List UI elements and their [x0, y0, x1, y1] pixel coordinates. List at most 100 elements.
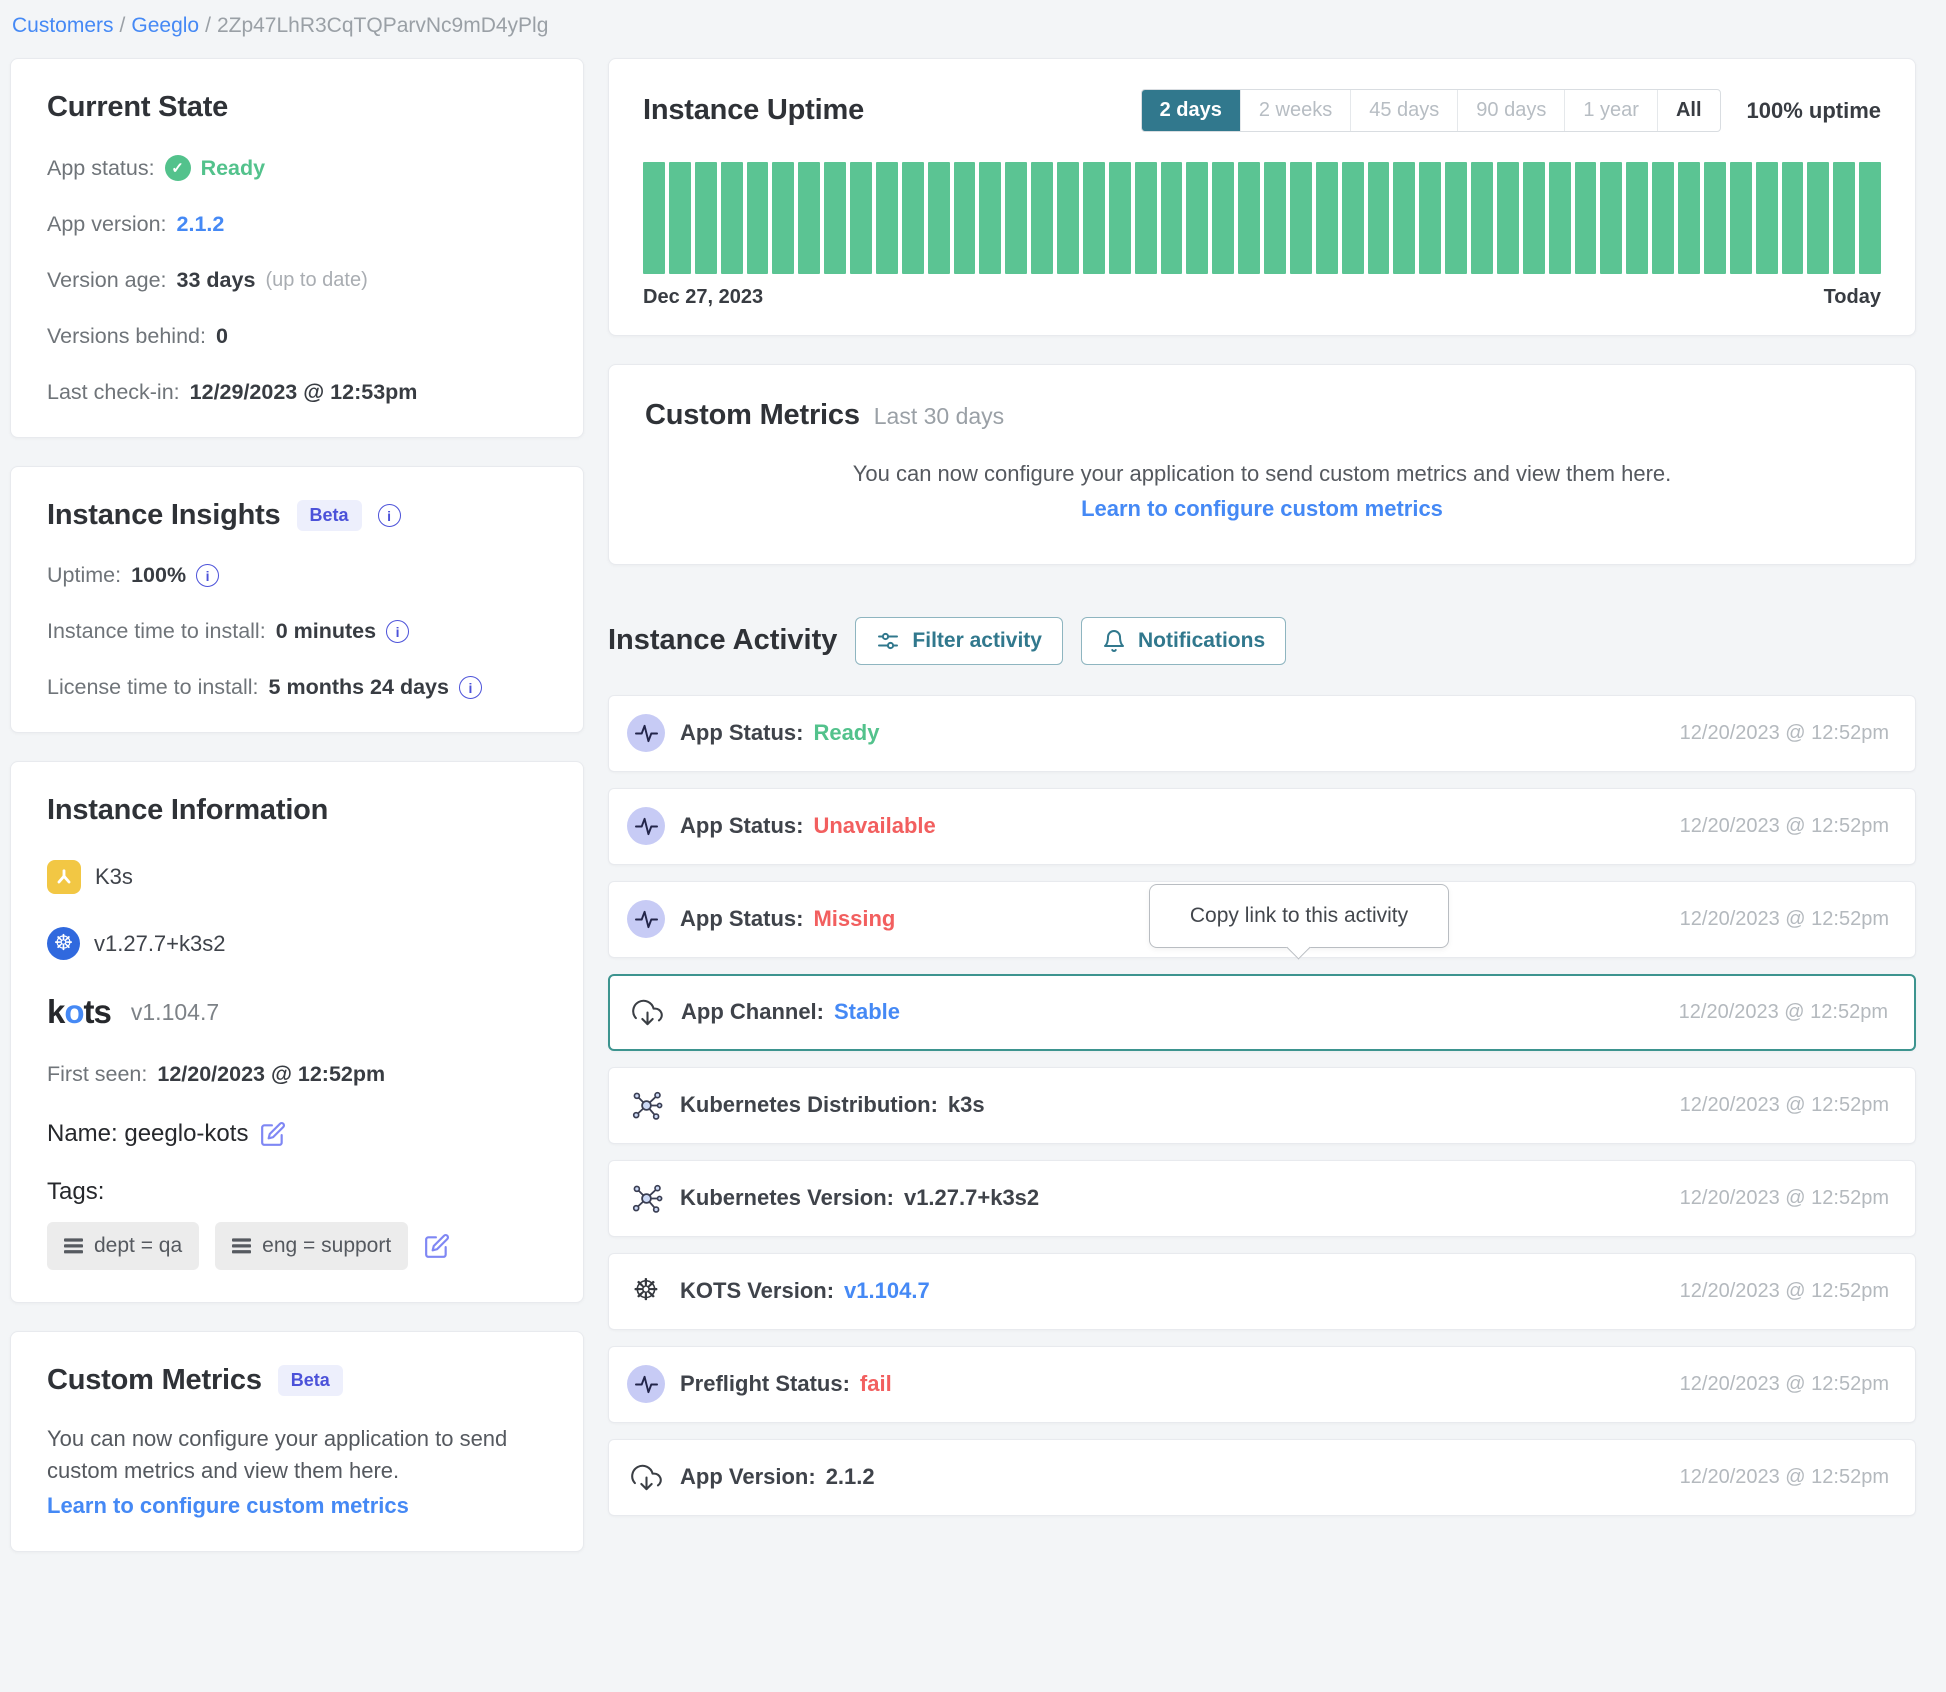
filter-activity-button[interactable]: Filter activity [855, 617, 1063, 665]
k3s-icon [47, 860, 81, 894]
info-icon[interactable]: i [386, 620, 409, 643]
uptime-tab-90-days[interactable]: 90 days [1457, 90, 1564, 131]
name-value: geeglo-kots [124, 1120, 248, 1147]
uptime-bar [1031, 162, 1053, 274]
app-status-label: App status: [47, 156, 155, 181]
uptime-bar [772, 162, 794, 274]
instance-uptime-title: Instance Uptime [643, 94, 864, 127]
uptime-tab-2-days[interactable]: 2 days [1142, 90, 1240, 131]
uptime-bar [1471, 162, 1493, 274]
cloud-download-icon [627, 1458, 665, 1496]
versions-behind-row: Versions behind: 0 [47, 324, 547, 349]
uptime-bar [1782, 162, 1804, 274]
uptime-summary: 100% uptime [1747, 98, 1882, 124]
uptime-bar [1135, 162, 1157, 274]
activity-row[interactable]: Kubernetes Distribution:k3s12/20/2023 @ … [608, 1067, 1916, 1144]
uptime-bar [1523, 162, 1545, 274]
uptime-tab-2-weeks[interactable]: 2 weeks [1240, 90, 1350, 131]
distribution-row: K3s [47, 860, 547, 894]
activity-timestamp: 12/20/2023 @ 12:52pm [1680, 1187, 1889, 1210]
app-version-link[interactable]: 2.1.2 [177, 212, 225, 237]
uptime-bar [1057, 162, 1079, 274]
uptime-bar [1109, 162, 1131, 274]
activity-label: Preflight Status: [680, 1371, 850, 1397]
activity-value: Missing [813, 906, 895, 932]
activity-label: App Version: [680, 1464, 816, 1490]
activity-value: Stable [834, 999, 900, 1025]
app-version-row: App version: 2.1.2 [47, 212, 547, 237]
activity-timestamp: 12/20/2023 @ 12:52pm [1680, 908, 1889, 931]
kots-version-row: kots v1.104.7 [47, 993, 547, 1031]
breadcrumb: Customers/Geeglo/2Zp47LhR3CqTQParvNc9mD4… [0, 0, 1946, 38]
activity-row[interactable]: Preflight Status:fail12/20/2023 @ 12:52p… [608, 1346, 1916, 1423]
notifications-button[interactable]: Notifications [1081, 617, 1286, 665]
activity-row[interactable]: ☸KOTS Version:v1.104.712/20/2023 @ 12:52… [608, 1253, 1916, 1330]
tag-icon [232, 1238, 251, 1254]
uptime-label: Uptime: [47, 563, 121, 588]
tag-icon [64, 1238, 83, 1254]
configure-custom-metrics-link[interactable]: Learn to configure custom metrics [47, 1493, 409, 1519]
uptime-bar [1859, 162, 1881, 274]
custom-metrics-right-body: You can now configure your application t… [645, 458, 1879, 490]
name-label: Name: [47, 1120, 118, 1147]
tags-row: dept = qa eng = support [47, 1222, 547, 1270]
bell-icon [1102, 629, 1126, 653]
uptime-bar [850, 162, 872, 274]
uptime-bar [824, 162, 846, 274]
k8s-version-row: ☸ v1.27.7+k3s2 [47, 927, 547, 960]
breadcrumb-item[interactable]: Geeglo [131, 14, 199, 37]
tag-label: eng = support [262, 1234, 391, 1258]
uptime-bar [902, 162, 924, 274]
beta-badge: Beta [278, 1365, 343, 1396]
uptime-value: 100% [131, 563, 186, 588]
breadcrumb-item[interactable]: Customers [12, 14, 114, 37]
check-circle-icon: ✓ [165, 155, 191, 181]
instance-name-row: Name: geeglo-kots [47, 1120, 547, 1148]
current-state-card: Current State App status: ✓ Ready App ve… [10, 58, 584, 438]
instance-uptime-card: Instance Uptime 2 days2 weeks45 days90 d… [608, 58, 1916, 336]
edit-tags-button[interactable] [424, 1233, 450, 1259]
uptime-bar [1652, 162, 1674, 274]
network-icon [627, 1086, 665, 1124]
info-icon[interactable]: i [459, 676, 482, 699]
uptime-bar [721, 162, 743, 274]
instance-activity-header: Instance Activity Filter activity Notifi… [608, 617, 1916, 665]
activity-row[interactable]: Kubernetes Version:v1.27.7+k3s212/20/202… [608, 1160, 1916, 1237]
edit-name-button[interactable] [260, 1121, 286, 1147]
activity-timestamp: 12/20/2023 @ 12:52pm [1680, 722, 1889, 745]
activity-row[interactable]: App Channel:Stable12/20/2023 @ 12:52pm [608, 974, 1916, 1051]
activity-row[interactable]: App Status:Ready12/20/2023 @ 12:52pm [608, 695, 1916, 772]
uptime-bar [1264, 162, 1286, 274]
pulse-icon [627, 807, 665, 845]
info-icon[interactable]: i [196, 564, 219, 587]
configure-custom-metrics-link[interactable]: Learn to configure custom metrics [1081, 496, 1443, 522]
license-tti-value: 5 months 24 days [269, 675, 449, 700]
uptime-bar [1161, 162, 1183, 274]
uptime-range-tabs: 2 days2 weeks45 days90 days1 yearAll [1141, 89, 1721, 132]
uptime-bar [1316, 162, 1338, 274]
instance-tti-row: Instance time to install: 0 minutes i [47, 619, 547, 644]
tag-label: dept = qa [94, 1234, 182, 1258]
tags-list: dept = qa eng = support [47, 1222, 408, 1270]
uptime-bar [979, 162, 1001, 274]
uptime-bar [1807, 162, 1829, 274]
uptime-tab-all[interactable]: All [1657, 90, 1720, 131]
activity-row[interactable]: App Status:Unavailable12/20/2023 @ 12:52… [608, 788, 1916, 865]
uptime-bar [1678, 162, 1700, 274]
page-columns: Current State App status: ✓ Ready App ve… [0, 58, 1946, 1582]
app-status-row: App status: ✓ Ready [47, 155, 547, 181]
info-icon[interactable]: i [378, 504, 401, 527]
distribution-value: K3s [95, 864, 133, 890]
activity-row[interactable]: App Version:2.1.212/20/2023 @ 12:52pm [608, 1439, 1916, 1516]
tag-pill[interactable]: eng = support [215, 1222, 408, 1270]
uptime-tab-1-year[interactable]: 1 year [1564, 90, 1657, 131]
uptime-bar [1445, 162, 1467, 274]
uptime-tab-45-days[interactable]: 45 days [1350, 90, 1457, 131]
tag-pill[interactable]: dept = qa [47, 1222, 199, 1270]
kots-version-value: v1.104.7 [131, 999, 219, 1026]
uptime-bar [928, 162, 950, 274]
uptime-bar [643, 162, 665, 274]
pulse-icon [627, 1365, 665, 1403]
license-tti-row: License time to install: 5 months 24 day… [47, 675, 547, 700]
activity-label: App Channel: [681, 999, 824, 1025]
